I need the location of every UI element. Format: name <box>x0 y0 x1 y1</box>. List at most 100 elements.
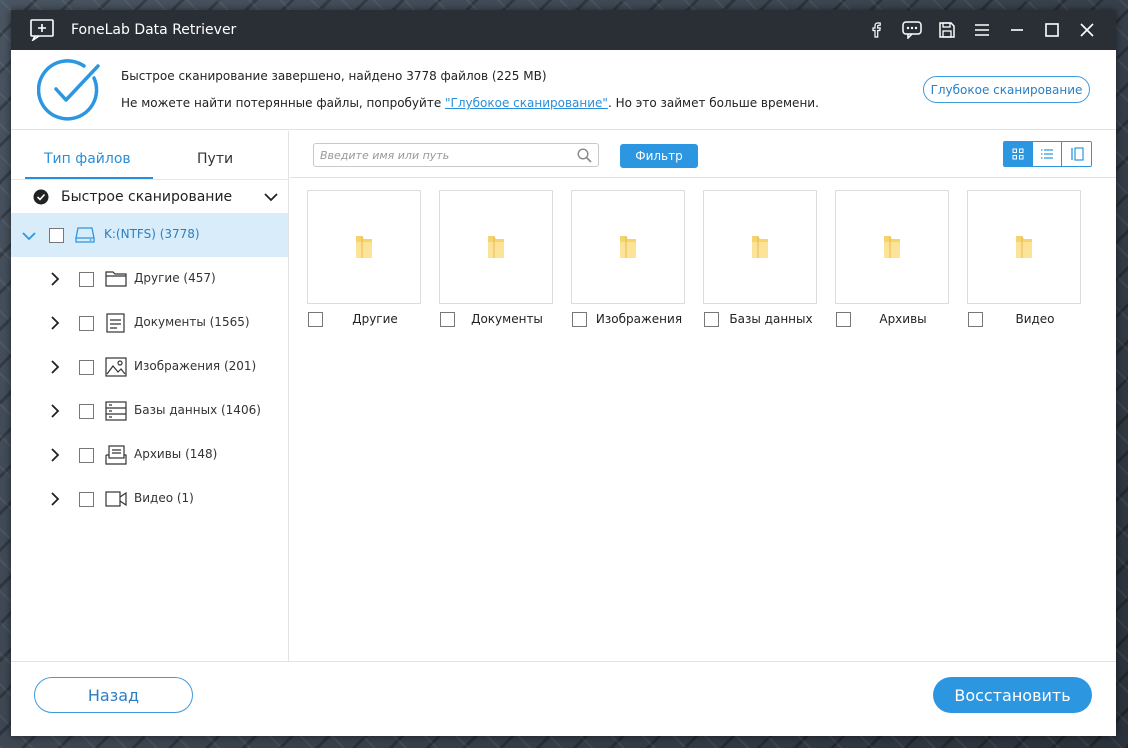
checkbox-box[interactable] <box>308 312 323 327</box>
folder-card-databases[interactable]: Базы данных <box>703 190 817 327</box>
scan-status-header: Быстрое сканирование завершено, найдено … <box>11 50 1116 130</box>
feedback-icon[interactable] <box>894 10 929 50</box>
scan-complete-check-icon <box>36 58 101 126</box>
folder-outline-icon <box>105 269 127 291</box>
folder-thumbnail[interactable] <box>835 190 949 304</box>
folder-thumbnail[interactable] <box>439 190 553 304</box>
facebook-icon[interactable] <box>859 10 894 50</box>
tree-item-databases[interactable]: Базы данных (1406) <box>11 389 288 433</box>
drive-checkbox[interactable] <box>49 228 64 243</box>
tree-item-video[interactable]: Видео (1) <box>11 477 288 521</box>
checkbox-box[interactable] <box>79 316 94 331</box>
tree-checkbox[interactable] <box>79 272 94 287</box>
tree-checkbox[interactable] <box>79 316 94 331</box>
search-box[interactable] <box>313 143 599 167</box>
chevron-down-icon[interactable] <box>21 228 37 247</box>
folder-checkbox[interactable] <box>704 312 719 327</box>
window-title: FoneLab Data Retriever <box>71 22 237 38</box>
tree-checkbox[interactable] <box>79 448 94 463</box>
hint-prefix: Не можете найти потерянные файлы, попроб… <box>121 96 446 110</box>
tree-item-label: Видео (1) <box>134 491 194 505</box>
deep-scan-link[interactable]: "Глубокое сканирование" <box>445 96 608 110</box>
save-icon[interactable] <box>929 10 964 50</box>
checkbox-box[interactable] <box>836 312 851 327</box>
folder-checkbox[interactable] <box>968 312 983 327</box>
check-circle-icon <box>33 189 49 209</box>
folder-card-documents[interactable]: Документы <box>439 190 553 327</box>
toolbar-divider <box>290 177 1116 178</box>
sidebar: Тип файлов Пути Быстрое сканирование K:(… <box>11 131 289 661</box>
folder-thumbnail[interactable] <box>967 190 1081 304</box>
tree-item-other[interactable]: Другие (457) <box>11 257 288 301</box>
sidebar-tabs: Тип файлов Пути <box>11 131 289 181</box>
folder-checkbox[interactable] <box>308 312 323 327</box>
back-button[interactable]: Назад <box>34 677 193 713</box>
minimize-icon[interactable] <box>999 10 1034 50</box>
drive-tree-item[interactable]: K:(NTFS) (3778) <box>11 213 288 257</box>
checkbox-box[interactable] <box>79 272 94 287</box>
close-icon[interactable] <box>1069 10 1104 50</box>
tree-item-label: Базы данных (1406) <box>134 403 261 417</box>
checkbox-box[interactable] <box>572 312 587 327</box>
folder-name: Документы <box>471 312 543 326</box>
checkbox-box[interactable] <box>49 228 64 243</box>
footer: Назад Восстановить <box>11 661 1116 736</box>
tab-file-types[interactable]: Тип файлов <box>44 151 131 167</box>
checkbox-box[interactable] <box>79 492 94 507</box>
folder-name: Видео <box>1015 312 1055 326</box>
folder-card-other[interactable]: Другие <box>307 190 421 327</box>
checkbox-box[interactable] <box>704 312 719 327</box>
tab-paths[interactable]: Пути <box>197 151 233 167</box>
search-input[interactable] <box>320 146 570 164</box>
scan-result-text: Быстрое сканирование завершено, найдено … <box>121 69 547 83</box>
deep-scan-hint: Не можете найти потерянные файлы, попроб… <box>121 96 819 110</box>
app-window: FoneLab Data Retriever Быстрое сканирова… <box>11 10 1116 736</box>
tree-item-documents[interactable]: Документы (1565) <box>11 301 288 345</box>
database-icon <box>105 401 127 425</box>
chevron-right-icon[interactable] <box>49 403 61 423</box>
scan-mode-dropdown[interactable]: Быстрое сканирование <box>11 181 289 213</box>
recover-button[interactable]: Восстановить <box>933 677 1092 713</box>
tabs-divider <box>11 179 289 180</box>
folder-icon <box>884 236 900 258</box>
chevron-right-icon[interactable] <box>49 271 61 291</box>
chevron-right-icon[interactable] <box>49 447 61 467</box>
checkbox-box[interactable] <box>79 360 94 375</box>
chevron-right-icon[interactable] <box>49 359 61 379</box>
chevron-down-icon <box>263 189 279 209</box>
folder-checkbox[interactable] <box>836 312 851 327</box>
maximize-icon[interactable] <box>1034 10 1069 50</box>
folder-icon <box>1016 236 1032 258</box>
tree-checkbox[interactable] <box>79 492 94 507</box>
checkbox-box[interactable] <box>440 312 455 327</box>
title-bar: FoneLab Data Retriever <box>11 10 1116 50</box>
hard-drive-icon <box>75 226 95 248</box>
folder-checkbox[interactable] <box>572 312 587 327</box>
tree-item-images[interactable]: Изображения (201) <box>11 345 288 389</box>
grid-view-icon[interactable] <box>1004 142 1033 166</box>
document-icon <box>105 313 127 337</box>
list-view-icon[interactable] <box>1033 142 1062 166</box>
column-view-icon[interactable] <box>1062 142 1091 166</box>
chevron-right-icon[interactable] <box>49 491 61 511</box>
tree-item-archives[interactable]: Архивы (148) <box>11 433 288 477</box>
folder-thumbnail[interactable] <box>571 190 685 304</box>
folder-card-archives[interactable]: Архивы <box>835 190 949 327</box>
folder-card-video[interactable]: Видео <box>967 190 1081 327</box>
folder-checkbox[interactable] <box>440 312 455 327</box>
menu-icon[interactable] <box>964 10 999 50</box>
checkbox-box[interactable] <box>79 448 94 463</box>
filter-button[interactable]: Фильтр <box>620 144 698 168</box>
tree-checkbox[interactable] <box>79 404 94 419</box>
tree-checkbox[interactable] <box>79 360 94 375</box>
folder-thumbnail[interactable] <box>307 190 421 304</box>
search-icon[interactable] <box>577 148 592 167</box>
checkbox-box[interactable] <box>968 312 983 327</box>
title-actions <box>859 10 1104 50</box>
hint-suffix: . Но это займет больше времени. <box>607 96 819 110</box>
folder-thumbnail[interactable] <box>703 190 817 304</box>
deep-scan-button[interactable]: Глубокое сканирование <box>923 76 1090 103</box>
chevron-right-icon[interactable] <box>49 315 61 335</box>
checkbox-box[interactable] <box>79 404 94 419</box>
folder-card-images[interactable]: Изображения <box>571 190 685 327</box>
